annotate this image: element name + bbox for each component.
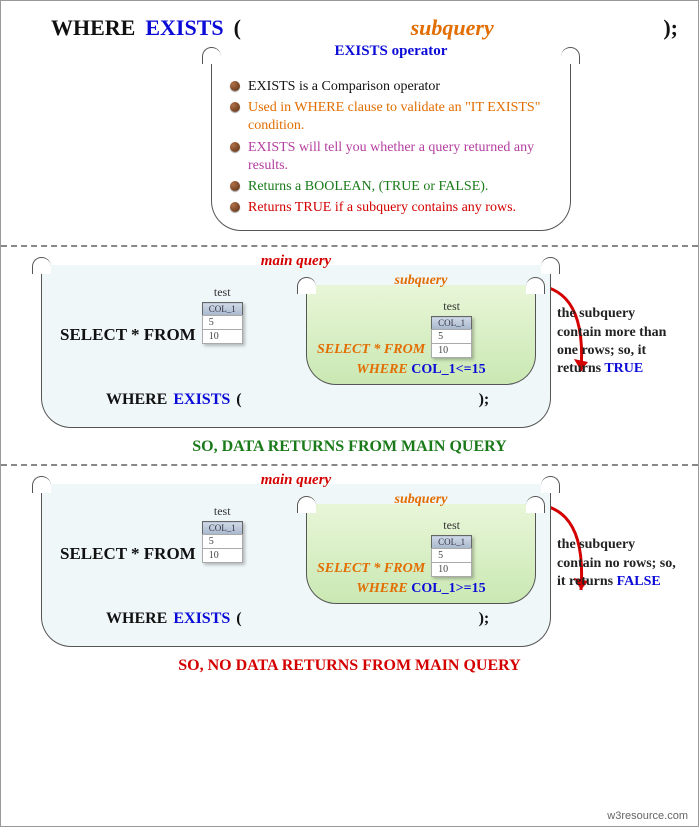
main-query-beaker-true: main query SELECT * FROM test COL_1 5 10… — [41, 265, 551, 428]
sub-where: WHERE — [356, 362, 407, 377]
subquery-word: subquery — [251, 15, 653, 41]
td: 5 — [202, 316, 242, 330]
bullet-dot-icon — [230, 181, 240, 191]
sub-table-true: test COL_1 5 10 — [431, 299, 472, 358]
exists: EXISTS — [173, 391, 230, 409]
td: 5 — [202, 535, 242, 549]
select-main-false: SELECT * FROM — [60, 544, 196, 564]
bullet-dot-icon — [230, 202, 240, 212]
result-false: SO, NO DATA RETURNS FROM MAIN QUERY — [15, 657, 684, 675]
tbl-caption: test — [431, 518, 472, 533]
syntax-section: WHERE EXISTS ( subquery ); EXISTS operat… — [1, 1, 698, 245]
subquery-beaker-false: subquery SELECT * FROM test COL_1 5 10 — [306, 504, 536, 604]
sub-cond: COL_1<=15 — [411, 362, 485, 377]
bullet-item: Returns TRUE if a subquery contains any … — [230, 199, 552, 217]
where: WHERE — [106, 391, 167, 409]
close: ); — [479, 610, 490, 628]
bullet-text: Returns TRUE if a subquery contains any … — [248, 199, 516, 217]
exists-bullets: EXISTS is a Comparison operator Used in W… — [230, 78, 552, 217]
tbl-caption: test — [202, 285, 243, 300]
example-false-section: main query SELECT * FROM test COL_1 5 10… — [1, 466, 698, 683]
open: ( — [236, 610, 241, 628]
sub-label-false: subquery — [395, 492, 448, 508]
td: 10 — [432, 563, 472, 577]
sub-table-false: test COL_1 5 10 — [431, 518, 472, 577]
close-paren: ); — [663, 15, 678, 41]
bullet-text: Used in WHERE clause to validate an "IT … — [248, 99, 552, 135]
bullet-dot-icon — [230, 142, 240, 152]
main-label-true: main query — [261, 253, 331, 270]
bullet-dot-icon — [230, 102, 240, 112]
main-table-true: test COL_1 5 10 — [202, 285, 243, 344]
td: 10 — [432, 344, 472, 358]
sub-label-true: subquery — [395, 273, 448, 289]
th: COL_1 — [202, 303, 242, 316]
close: ); — [479, 391, 490, 409]
bullet-item: Returns a BOOLEAN, (TRUE or FALSE). — [230, 178, 552, 196]
bullet-item: EXISTS is a Comparison operator — [230, 78, 552, 96]
where: WHERE — [106, 610, 167, 628]
sub-where: WHERE — [356, 581, 407, 596]
exists: EXISTS — [173, 610, 230, 628]
side-note-false: the subquery contain no rows; so, it ret… — [557, 536, 682, 591]
td: 5 — [432, 330, 472, 344]
bullet-dot-icon — [230, 81, 240, 91]
sub-select: SELECT * FROM — [317, 561, 425, 576]
exists-operator-box: EXISTS operator EXISTS is a Comparison o… — [211, 55, 571, 231]
sql-syntax-line: WHERE EXISTS ( subquery ); — [51, 15, 678, 41]
bullet-text: EXISTS is a Comparison operator — [248, 78, 440, 96]
bullet-text: EXISTS will tell you whether a query ret… — [248, 139, 552, 175]
side-note-true: the subquery contain more than one rows;… — [557, 305, 682, 378]
tbl-caption: test — [202, 504, 243, 519]
example-true-section: main query SELECT * FROM test COL_1 5 10… — [1, 247, 698, 464]
main-label-false: main query — [261, 472, 331, 489]
th: COL_1 — [202, 522, 242, 535]
bullet-item: EXISTS will tell you whether a query ret… — [230, 139, 552, 175]
exists-box-title: EXISTS operator — [329, 43, 454, 60]
td: 10 — [202, 549, 242, 563]
bullet-item: Used in WHERE clause to validate an "IT … — [230, 99, 552, 135]
open: ( — [236, 391, 241, 409]
kw-where: WHERE — [51, 15, 135, 41]
main-table-false: test COL_1 5 10 — [202, 504, 243, 563]
sub-select: SELECT * FROM — [317, 342, 425, 357]
bullet-text: Returns a BOOLEAN, (TRUE or FALSE). — [248, 178, 488, 196]
td: 10 — [202, 330, 242, 344]
subquery-beaker-true: subquery SELECT * FROM test COL_1 5 10 — [306, 285, 536, 385]
select-main-true: SELECT * FROM — [60, 325, 196, 345]
main-query-beaker-false: main query SELECT * FROM test COL_1 5 10… — [41, 484, 551, 647]
kw-exists: EXISTS — [145, 15, 223, 41]
result-true: SO, DATA RETURNS FROM MAIN QUERY — [15, 438, 684, 456]
th: COL_1 — [432, 317, 472, 330]
diagram-frame: WHERE EXISTS ( subquery ); EXISTS operat… — [0, 0, 699, 827]
td: 5 — [432, 549, 472, 563]
open-paren: ( — [234, 15, 241, 41]
th: COL_1 — [432, 536, 472, 549]
tbl-caption: test — [431, 299, 472, 314]
sub-cond: COL_1>=15 — [411, 581, 485, 596]
footer-credit: w3resource.com — [607, 810, 688, 822]
